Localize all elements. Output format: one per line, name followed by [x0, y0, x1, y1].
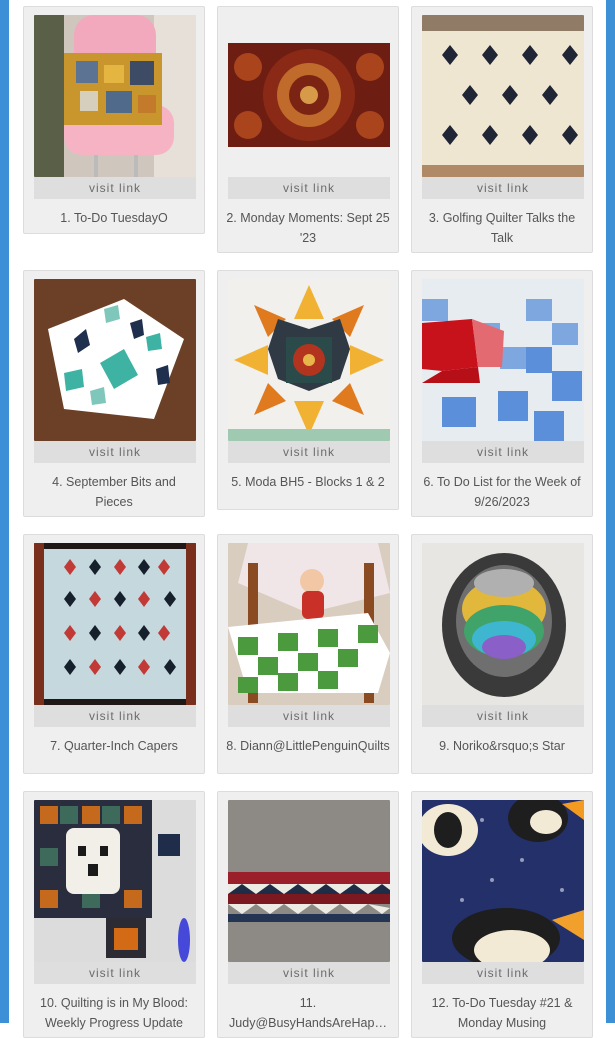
- visit-link-button[interactable]: visit link: [228, 177, 390, 199]
- link-card-1: visit link 1. To-Do TuesdayO: [23, 6, 205, 234]
- link-title[interactable]: 4. September Bits and Pieces: [32, 472, 196, 512]
- link-party-grid: visit link 1. To-Do TuesdayO visit link …: [23, 6, 593, 1038]
- page-edge-left: [0, 0, 9, 1023]
- link-card-10: visit link 10. Quilting is in My Blood: …: [23, 791, 205, 1038]
- thumbnail-image[interactable]: [422, 279, 584, 441]
- visit-link-button[interactable]: visit link: [422, 177, 584, 199]
- visit-link-button[interactable]: visit link: [34, 441, 196, 463]
- link-title[interactable]: 9. Noriko&rsquo;s Star: [420, 736, 584, 756]
- link-card-2: visit link 2. Monday Moments: Sept 25 '2…: [217, 6, 399, 253]
- link-card-12: visit link 12. To-Do Tuesday #21 & Monda…: [411, 791, 593, 1038]
- link-title[interactable]: 2. Monday Moments: Sept 25 '23: [226, 208, 390, 248]
- thumbnail-image[interactable]: [228, 800, 390, 962]
- link-card-9: visit link 9. Noriko&rsquo;s Star: [411, 534, 593, 774]
- thumbnail-image[interactable]: [34, 279, 196, 441]
- link-card-8: visit link 8. Diann@LittlePenguinQuilts: [217, 534, 399, 774]
- link-card-6: visit link 6. To Do List for the Week of…: [411, 270, 593, 517]
- visit-link-button[interactable]: visit link: [228, 705, 390, 727]
- link-card-11: visit link 11. Judy@BusyHandsAreHap…: [217, 791, 399, 1038]
- visit-link-button[interactable]: visit link: [422, 705, 584, 727]
- link-card-7: visit link 7. Quarter-Inch Capers: [23, 534, 205, 774]
- page-edge-right: [606, 0, 615, 1023]
- link-title[interactable]: 12. To-Do Tuesday #21 & Monday Musing: [420, 993, 584, 1033]
- link-card-4: visit link 4. September Bits and Pieces: [23, 270, 205, 517]
- thumbnail-image[interactable]: [422, 15, 584, 177]
- thumbnail-image[interactable]: [422, 800, 584, 962]
- visit-link-button[interactable]: visit link: [422, 441, 584, 463]
- link-title[interactable]: 5. Moda BH5 - Blocks 1 & 2: [226, 472, 390, 492]
- thumbnail-image[interactable]: [228, 279, 390, 441]
- visit-link-button[interactable]: visit link: [34, 705, 196, 727]
- link-card-5: visit link 5. Moda BH5 - Blocks 1 & 2: [217, 270, 399, 510]
- link-title[interactable]: 6. To Do List for the Week of 9/26/2023: [420, 472, 584, 512]
- visit-link-button[interactable]: visit link: [228, 962, 390, 984]
- link-title[interactable]: 11. Judy@BusyHandsAreHap…: [226, 993, 390, 1033]
- visit-link-button[interactable]: visit link: [34, 177, 196, 199]
- visit-link-button[interactable]: visit link: [34, 962, 196, 984]
- thumbnail-image[interactable]: [422, 543, 584, 705]
- link-card-3: visit link 3. Golfing Quilter Talks the …: [411, 6, 593, 253]
- thumbnail-image[interactable]: [34, 543, 196, 705]
- link-title[interactable]: 1. To-Do TuesdayO: [32, 208, 196, 228]
- visit-link-button[interactable]: visit link: [422, 962, 584, 984]
- thumbnail-image[interactable]: [34, 800, 196, 962]
- link-title[interactable]: 7. Quarter-Inch Capers: [32, 736, 196, 756]
- visit-link-button[interactable]: visit link: [228, 441, 390, 463]
- thumbnail-image[interactable]: [228, 543, 390, 705]
- link-title[interactable]: 10. Quilting is in My Blood: Weekly Prog…: [32, 993, 196, 1033]
- thumbnail-image[interactable]: [228, 15, 390, 177]
- link-title[interactable]: 8. Diann@LittlePenguinQuilts: [226, 736, 390, 756]
- thumbnail-image[interactable]: [34, 15, 196, 177]
- link-title[interactable]: 3. Golfing Quilter Talks the Talk: [420, 208, 584, 248]
